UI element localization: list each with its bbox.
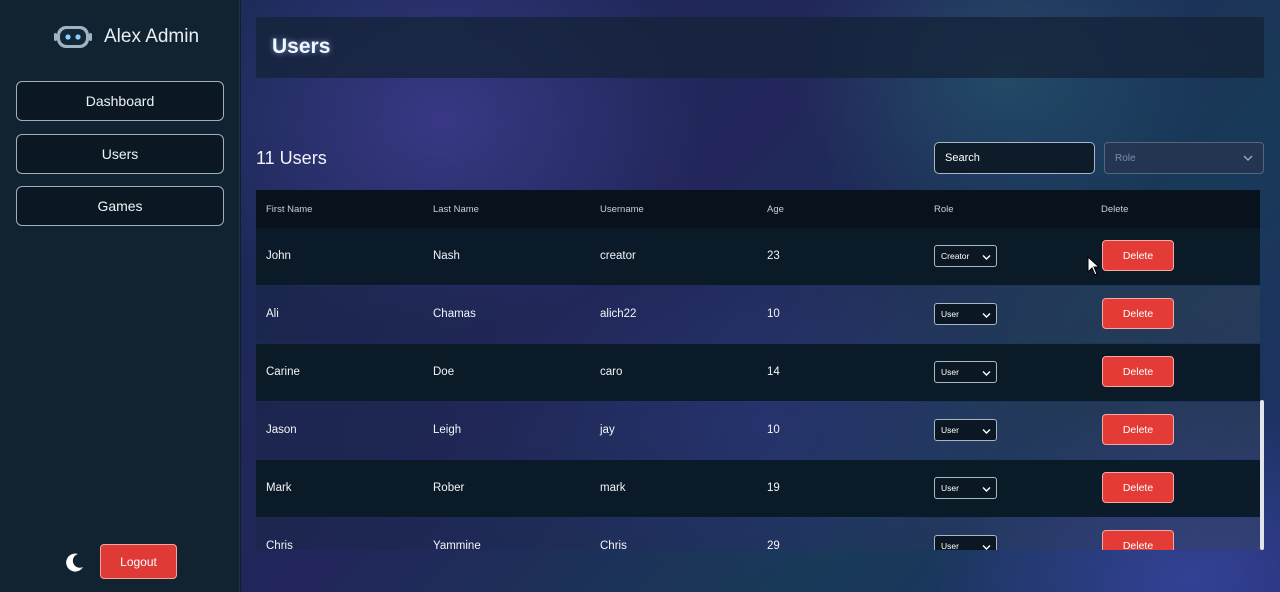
page-title: Users — [272, 35, 331, 58]
cell-last-name: Doe — [433, 366, 455, 378]
mouse-cursor-icon — [1087, 255, 1101, 276]
cell-age: 14 — [767, 366, 780, 378]
delete-button[interactable]: Delete — [1102, 472, 1174, 503]
column-header-age: Age — [767, 204, 784, 215]
sidebar: Alex Admin Dashboard Users Games Logout — [0, 0, 240, 592]
search-input[interactable] — [934, 142, 1095, 174]
users-count: 11 Users — [256, 148, 327, 168]
table-row: Ali Chamas alich22 10 User Delete — [256, 286, 1260, 343]
cell-last-name: Nash — [433, 250, 460, 262]
role-select-value: User — [941, 309, 959, 319]
cell-age: 29 — [767, 540, 780, 550]
cell-last-name: Yammine — [433, 540, 481, 550]
cell-username: mark — [600, 482, 626, 494]
role-filter-select[interactable]: Role — [1104, 142, 1264, 174]
delete-button[interactable]: Delete — [1102, 298, 1174, 329]
table-header: First Name Last Name Username Age Role D… — [256, 190, 1260, 228]
cell-username: caro — [600, 366, 623, 378]
brand[interactable]: Alex Admin — [54, 22, 199, 52]
delete-button[interactable]: Delete — [1102, 414, 1174, 445]
robot-icon — [54, 23, 92, 51]
chevron-down-icon — [982, 253, 991, 260]
cell-username: alich22 — [600, 308, 637, 320]
cell-age: 10 — [767, 424, 780, 436]
role-select[interactable]: User — [934, 303, 997, 325]
cell-age: 10 — [767, 308, 780, 320]
cell-first-name: John — [266, 250, 291, 262]
column-header-role: Role — [934, 204, 954, 215]
users-table: First Name Last Name Username Age Role D… — [256, 190, 1260, 550]
cell-first-name: Carine — [266, 366, 300, 378]
role-select-value: Creator — [941, 251, 970, 261]
cell-first-name: Chris — [266, 540, 293, 550]
role-select[interactable]: User — [934, 535, 997, 550]
delete-button[interactable]: Delete — [1102, 240, 1174, 271]
chevron-down-icon — [1243, 154, 1253, 162]
cell-first-name: Jason — [266, 424, 297, 436]
cell-age: 19 — [767, 482, 780, 494]
cell-last-name: Rober — [433, 482, 465, 494]
role-select[interactable]: User — [934, 361, 997, 383]
cell-age: 23 — [767, 250, 780, 262]
role-select-value: User — [941, 367, 959, 377]
cell-username: Chris — [600, 540, 627, 550]
chevron-down-icon — [982, 369, 991, 376]
main-content: Users 11 Users Role First Name Last Name… — [241, 0, 1280, 592]
cell-last-name: Chamas — [433, 308, 476, 320]
chevron-down-icon — [982, 311, 991, 318]
sidebar-item-games[interactable]: Games — [16, 186, 224, 226]
column-header-first-name: First Name — [266, 204, 313, 215]
sidebar-item-dashboard[interactable]: Dashboard — [16, 81, 224, 121]
cell-last-name: Leigh — [433, 424, 462, 436]
table-row: Jason Leigh jay 10 User Delete — [256, 402, 1260, 459]
table-row: John Nash creator 23 Creator Delete — [256, 228, 1260, 285]
chevron-down-icon — [982, 485, 991, 492]
column-header-delete: Delete — [1101, 204, 1129, 215]
sidebar-item-users[interactable]: Users — [16, 134, 224, 174]
moon-icon[interactable] — [64, 551, 86, 573]
role-select-value: User — [941, 425, 959, 435]
table-row: Mark Rober mark 19 User Delete — [256, 460, 1260, 517]
column-header-username: Username — [600, 204, 644, 215]
role-select-value: User — [941, 483, 959, 493]
chevron-down-icon — [982, 543, 991, 550]
brand-name: Alex Admin — [104, 26, 200, 47]
column-header-last-name: Last Name — [433, 204, 479, 215]
cell-username: creator — [600, 250, 636, 262]
page-header: Users — [256, 17, 1264, 78]
cell-username: jay — [600, 424, 615, 436]
role-select[interactable]: User — [934, 419, 997, 441]
role-select[interactable]: Creator — [934, 245, 997, 267]
logout-button[interactable]: Logout — [100, 544, 177, 579]
role-select[interactable]: User — [934, 477, 997, 499]
delete-button[interactable]: Delete — [1102, 356, 1174, 387]
role-select-value: User — [941, 541, 959, 550]
table-row: Chris Yammine Chris 29 User Delete — [256, 518, 1260, 550]
cell-first-name: Mark — [266, 482, 292, 494]
role-filter-placeholder: Role — [1115, 152, 1136, 164]
table-row: Carine Doe caro 14 User Delete — [256, 344, 1260, 401]
table-scrollbar[interactable] — [1260, 400, 1264, 550]
delete-button[interactable]: Delete — [1102, 530, 1174, 550]
chevron-down-icon — [982, 427, 991, 434]
cell-first-name: Ali — [266, 308, 279, 320]
